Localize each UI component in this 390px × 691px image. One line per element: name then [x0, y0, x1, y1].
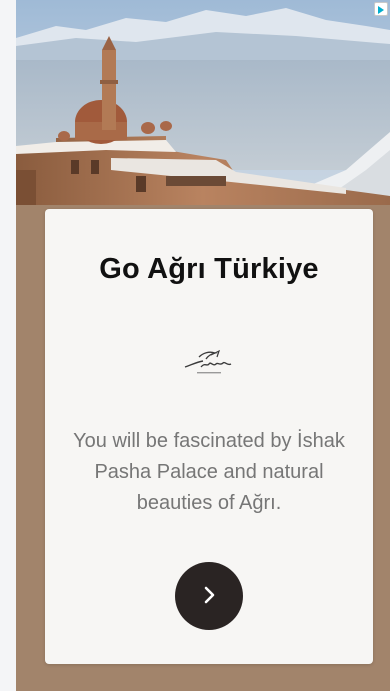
- ad-description[interactable]: You will be fascinated by İshak Pasha Pa…: [69, 426, 349, 519]
- hero-image-ishak-pasha-palace[interactable]: [16, 0, 390, 230]
- chevron-right-icon: [197, 583, 221, 610]
- page-margin: [0, 0, 16, 691]
- ad-banner[interactable]: Go Ağrı Türkiye You will be fascinated b…: [16, 0, 390, 691]
- turkiye-logo: [181, 347, 237, 379]
- ad-card[interactable]: Go Ağrı Türkiye You will be fascinated b…: [45, 209, 373, 664]
- adchoices-icon[interactable]: [374, 2, 388, 16]
- next-button[interactable]: [175, 562, 243, 630]
- ad-title[interactable]: Go Ağrı Türkiye: [45, 253, 373, 286]
